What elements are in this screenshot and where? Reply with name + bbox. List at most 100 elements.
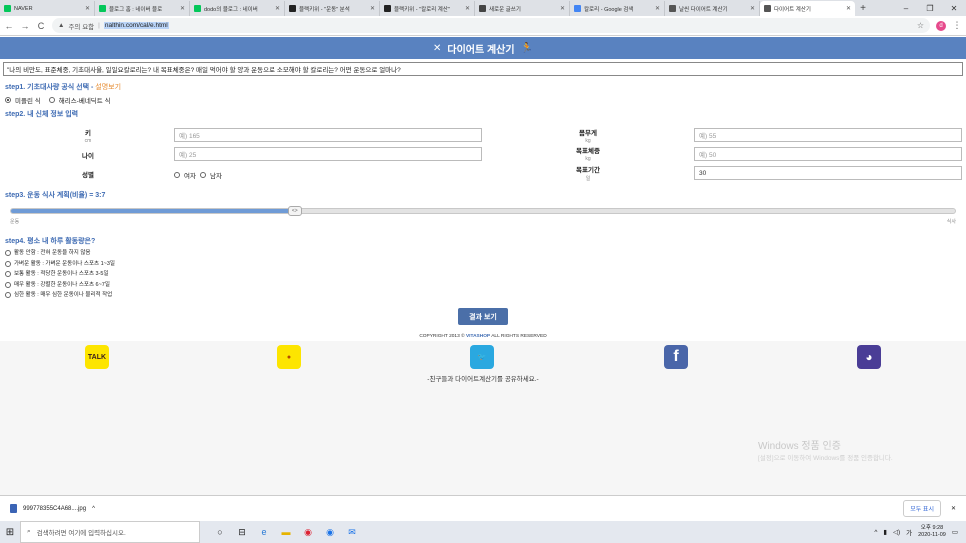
browser-tab[interactable]: 블로그 홈 : 네이버 블로 ✕ (95, 1, 190, 16)
download-bar: 999778355C4A68....jpg ^ 모두 표시 ✕ (0, 495, 966, 521)
browser-tab[interactable]: 날씬 다이어트 계산기 ✕ (665, 1, 760, 16)
taskbar-search[interactable]: ⌕ 검색하려면 여기에 입력하십시오. (20, 521, 200, 543)
favicon-icon (574, 5, 581, 12)
system-tray: ^ ▮ ◁) 가 오후 9:28 2020-11-09 ▭ (874, 525, 966, 539)
chrome-icon[interactable]: ◉ (302, 526, 314, 538)
chevron-up-icon[interactable]: ^ (92, 506, 95, 512)
radio-harris[interactable] (48, 97, 55, 103)
radio-activity[interactable] (5, 281, 11, 288)
warning-icon: ▲ (58, 22, 65, 29)
notification-icon[interactable]: ▭ (952, 528, 958, 536)
browser-tab[interactable]: 다이어트 계산기 ✕ (760, 1, 855, 16)
profile-avatar[interactable]: d (936, 20, 946, 31)
file-explorer-icon[interactable]: ▬ (280, 526, 292, 538)
share-section: TALK ● 🐦 f ◕ -친구들과 다이어트계산기를 공유하세요.- (0, 341, 966, 495)
radio-mifflin[interactable] (5, 97, 11, 103)
activity-option[interactable]: 활동 안함 : 전혀 운동을 하지 않음 (5, 248, 115, 259)
gender-label: 성별 (82, 172, 94, 179)
age-input[interactable]: 예) 25 (174, 147, 482, 161)
url-text[interactable]: nalthin.com/cal/e.html (103, 22, 169, 29)
band-icon[interactable]: ◕ (857, 345, 881, 369)
page-header: ✕ 다이어트 계산기 🏃 (0, 37, 966, 59)
browser-tab[interactable]: 칼로리 - Google 검색 ✕ (570, 1, 665, 16)
menu-icon[interactable]: ⋮ (952, 20, 962, 31)
browser-tab[interactable]: NAVER ✕ (0, 1, 95, 16)
chrome-alt-icon[interactable]: ◉ (324, 526, 336, 538)
clock[interactable]: 오후 9:28 2020-11-09 (918, 525, 946, 539)
task-view-icon[interactable]: ⊟ (236, 526, 248, 538)
tab-title: 다이어트 계산기 (774, 6, 811, 13)
favicon-icon (289, 5, 296, 12)
activity-option[interactable]: 심한 활동 : 매우 심한 운동이나 물리적 작업 (5, 290, 115, 301)
address-bar: ← → C ▲ 주의 요함 | nalthin.com/cal/e.html ☆… (0, 16, 966, 36)
back-icon[interactable]: ← (4, 21, 14, 31)
browser-tab[interactable]: 새로운 글쓰기 ✕ (475, 1, 570, 16)
goal-weight-input[interactable]: 예) 50 (694, 147, 962, 161)
download-item[interactable]: 999778355C4A68....jpg ^ (10, 504, 95, 513)
close-download-bar-icon[interactable]: ✕ (951, 505, 956, 512)
slider-fill (11, 209, 295, 213)
radio-male[interactable] (199, 172, 206, 178)
slider-handle[interactable]: <> (287, 206, 302, 216)
activity-option[interactable]: 보통 활동 : 적당한 운동이나 스포츠 3-5일 (5, 269, 115, 280)
show-all-button[interactable]: 모두 표시 (903, 500, 941, 517)
radio-female[interactable] (174, 172, 180, 178)
omnibox[interactable]: ▲ 주의 요함 | nalthin.com/cal/e.html ☆ (52, 18, 930, 33)
kakaostory-icon[interactable]: ● (277, 345, 301, 369)
security-label: 주의 요함 (68, 23, 95, 31)
tab-close-icon[interactable]: ✕ (465, 5, 470, 12)
mail-icon[interactable]: ✉ (346, 526, 358, 538)
edge-icon[interactable]: e (258, 526, 270, 538)
result-button[interactable]: 결과 보기 (458, 308, 508, 325)
radio-activity[interactable] (5, 292, 11, 299)
tab-close-icon[interactable]: ✕ (750, 5, 755, 12)
image-file-icon (10, 504, 17, 513)
windows-activation-watermark: Windows 정품 인증 [설정]으로 이동하여 Windows를 정품 인증… (758, 441, 893, 462)
tab-title: 블랙키위 - "운동" 분석 (299, 6, 350, 13)
slider-right-label: 식사 (946, 219, 956, 225)
tab-close-icon[interactable]: ✕ (85, 5, 90, 12)
ime-indicator[interactable]: 가 (906, 527, 912, 537)
tab-title: 블로그 홈 : 네이버 블로 (109, 6, 163, 13)
volume-icon[interactable]: ◁) (893, 528, 900, 536)
radio-activity[interactable] (5, 271, 11, 278)
radio-activity[interactable] (5, 250, 11, 257)
tab-title: dodo의 블로그 : 네이버 (204, 6, 258, 13)
network-icon[interactable]: ▮ (883, 528, 887, 536)
step2-heading: step2. 내 신체 정보 입력 (5, 111, 79, 118)
height-input[interactable]: 예) 165 (174, 128, 482, 142)
activity-option[interactable]: 매우 활동 : 강렬한 운동이나 스포츠 6~7일 (5, 280, 115, 291)
activity-option[interactable]: 가벼운 활동 : 가벼운 운동이나 스포츠 1~3일 (5, 259, 115, 270)
browser-tab[interactable]: 블랙키위 - "칼로리 계산" ✕ (380, 1, 475, 16)
explain-link[interactable]: 설명보기 (95, 84, 121, 91)
reload-icon[interactable]: C (36, 21, 46, 31)
browser-tab[interactable]: dodo의 블로그 : 네이버 ✕ (190, 1, 285, 16)
tab-close-icon[interactable]: ✕ (846, 5, 851, 12)
radio-activity[interactable] (5, 260, 11, 267)
runner-icon: 🏃 (520, 42, 534, 54)
new-tab-button[interactable]: + (855, 1, 871, 16)
ratio-slider[interactable]: <> (10, 206, 956, 216)
bookmark-star-icon[interactable]: ☆ (917, 21, 924, 30)
windows-start-icon[interactable]: ⊞ (0, 527, 20, 538)
minimize-icon[interactable]: – (894, 0, 918, 16)
tab-close-icon[interactable]: ✕ (655, 5, 660, 12)
page-title: 다이어트 계산기 (447, 44, 515, 56)
close-window-icon[interactable]: ✕ (942, 0, 966, 16)
forward-icon[interactable]: → (20, 21, 30, 31)
goal-period-input[interactable]: 30 (694, 166, 962, 180)
tab-close-icon[interactable]: ✕ (275, 5, 280, 12)
twitter-icon[interactable]: 🐦 (470, 345, 494, 369)
weight-input[interactable]: 예) 55 (694, 128, 962, 142)
browser-tab[interactable]: 블랙키위 - "운동" 분석 ✕ (285, 1, 380, 16)
tab-close-icon[interactable]: ✕ (370, 5, 375, 12)
kakaotalk-icon[interactable]: TALK (85, 345, 109, 369)
tray-chevron-icon[interactable]: ^ (874, 529, 877, 536)
tab-close-icon[interactable]: ✕ (560, 5, 565, 12)
cortana-icon[interactable]: ○ (214, 526, 226, 538)
tab-close-icon[interactable]: ✕ (180, 5, 185, 12)
age-label: 나이 (82, 153, 94, 160)
facebook-icon[interactable]: f (664, 345, 688, 369)
restore-icon[interactable]: ❐ (918, 0, 942, 16)
tab-title: 블랙키위 - "칼로리 계산" (394, 6, 450, 13)
